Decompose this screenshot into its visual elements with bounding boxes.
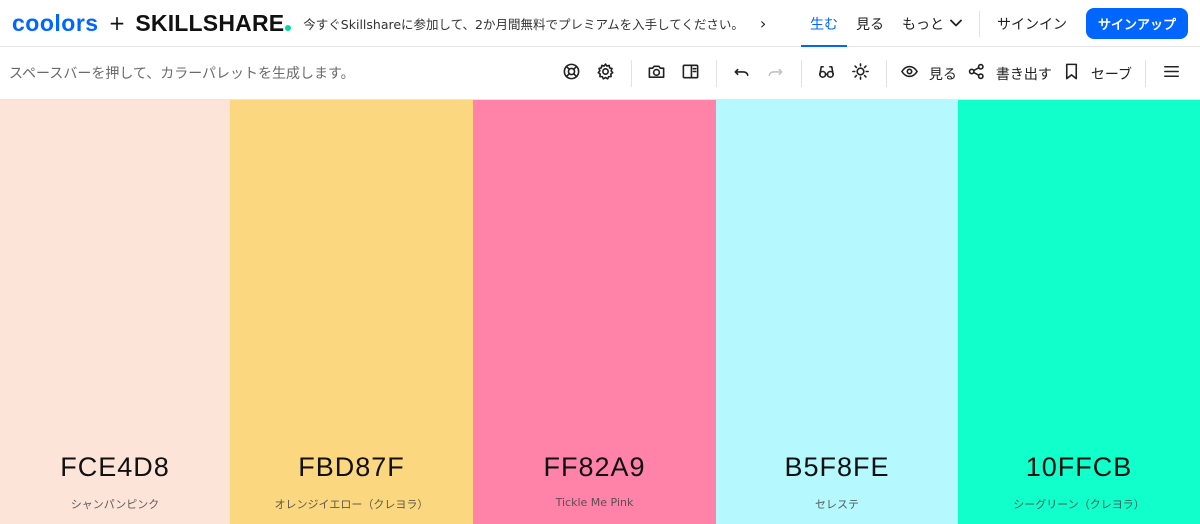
share-icon <box>967 62 986 85</box>
undo-icon <box>732 62 751 85</box>
color-swatch[interactable]: 10FFCB シーグリーン（クレヨラ） <box>958 100 1200 524</box>
color-blindness-button[interactable] <box>810 57 844 91</box>
toolbar-divider <box>715 60 717 87</box>
hex-code[interactable]: FBD87F <box>230 452 473 483</box>
color-name: セレステ <box>815 498 859 511</box>
color-name: Tickle Me Pink <box>555 496 634 509</box>
camera-icon <box>647 62 666 85</box>
export-label: 書き出す <box>995 66 1052 83</box>
nav-generate[interactable]: 生む <box>800 0 847 47</box>
color-swatch[interactable]: FF82A9 Tickle Me Pink <box>473 100 716 524</box>
save-label: セーブ <box>1090 66 1132 83</box>
nav-right: 生む 見る もっと サインイン サインアップ <box>800 0 1188 47</box>
spacebar-hint: スペースバーを押して、カラーパレットを生成します。 <box>9 66 355 82</box>
color-swatch[interactable]: FBD87F オレンジイエロー（クレヨラ） <box>230 100 473 524</box>
nav-more[interactable]: もっと <box>893 0 971 47</box>
view-toggle-button[interactable] <box>674 57 708 91</box>
sun-icon <box>851 62 870 85</box>
color-swatch[interactable]: B5F8FE セレステ <box>716 100 958 524</box>
toolbar-divider <box>800 60 802 87</box>
nav-generate-label: 生む <box>809 16 838 33</box>
toolbar-divider <box>630 60 632 87</box>
adjust-button[interactable] <box>844 57 878 91</box>
color-name: シーグリーン（クレヨラ） <box>1013 498 1145 511</box>
export-button[interactable]: 書き出す <box>962 57 1057 91</box>
toolbar-divider <box>885 60 887 87</box>
hamburger-icon <box>1162 62 1181 85</box>
view-label: 見る <box>928 66 957 83</box>
hex-code[interactable]: 10FFCB <box>958 452 1200 483</box>
view-button[interactable]: 見る <box>895 57 962 91</box>
promo-banner[interactable]: 今すぐSkillshareに参加して、2か月間無料でプレミアムを入手してください… <box>303 14 766 33</box>
save-button[interactable]: セーブ <box>1057 57 1137 91</box>
help-button[interactable] <box>555 57 589 91</box>
bookmark-icon <box>1062 62 1081 85</box>
undo-button[interactable] <box>725 57 759 91</box>
brand-plus: + <box>108 11 126 35</box>
coolors-logo[interactable]: coolors <box>12 10 99 37</box>
skillshare-logo[interactable]: SKILLSHARE <box>135 9 292 37</box>
menu-button[interactable] <box>1154 57 1188 91</box>
chevron-right-icon: › <box>759 13 767 33</box>
nav-more-label: もっと <box>901 16 944 33</box>
brand: coolors + SKILLSHARE <box>12 9 292 37</box>
palette-toolbar: スペースバーを押して、カラーパレットを生成します。 見る 書き出す セーブ <box>0 47 1200 100</box>
top-navigation: coolors + SKILLSHARE 今すぐSkillshareに参加して、… <box>0 0 1200 47</box>
gear-icon <box>596 62 615 85</box>
hex-code[interactable]: FCE4D8 <box>0 452 230 483</box>
color-palette: FCE4D8 シャンパンピンク FBD87F オレンジイエロー（クレヨラ） FF… <box>0 100 1200 524</box>
skillshare-logo-text: SKILLSHARE <box>135 9 285 36</box>
redo-button[interactable] <box>759 57 793 91</box>
hex-code[interactable]: FF82A9 <box>473 452 716 483</box>
color-name: オレンジイエロー（クレヨラ） <box>274 498 429 511</box>
skillshare-dot-icon <box>285 24 292 31</box>
settings-button[interactable] <box>589 57 623 91</box>
panel-icon <box>681 62 700 85</box>
toolbar-divider <box>1145 60 1146 87</box>
signup-button[interactable]: サインアップ <box>1085 8 1188 39</box>
chevron-down-icon <box>950 17 962 30</box>
eye-icon <box>900 62 919 85</box>
nav-divider <box>978 10 980 37</box>
glasses-icon <box>817 62 836 85</box>
promo-text: 今すぐSkillshareに参加して、2か月間無料でプレミアムを入手してください… <box>303 16 744 32</box>
nav-explore-label: 見る <box>855 16 884 33</box>
lifebuoy-icon <box>562 62 581 85</box>
redo-icon <box>766 62 785 85</box>
signin-link[interactable]: サインイン <box>988 14 1076 34</box>
camera-button[interactable] <box>640 57 674 91</box>
nav-explore[interactable]: 見る <box>847 0 893 47</box>
color-name: シャンパンピンク <box>70 498 160 511</box>
color-swatch[interactable]: FCE4D8 シャンパンピンク <box>0 100 230 524</box>
hex-code[interactable]: B5F8FE <box>716 452 958 483</box>
toolbar-tools: 見る 書き出す セーブ <box>555 47 1188 100</box>
